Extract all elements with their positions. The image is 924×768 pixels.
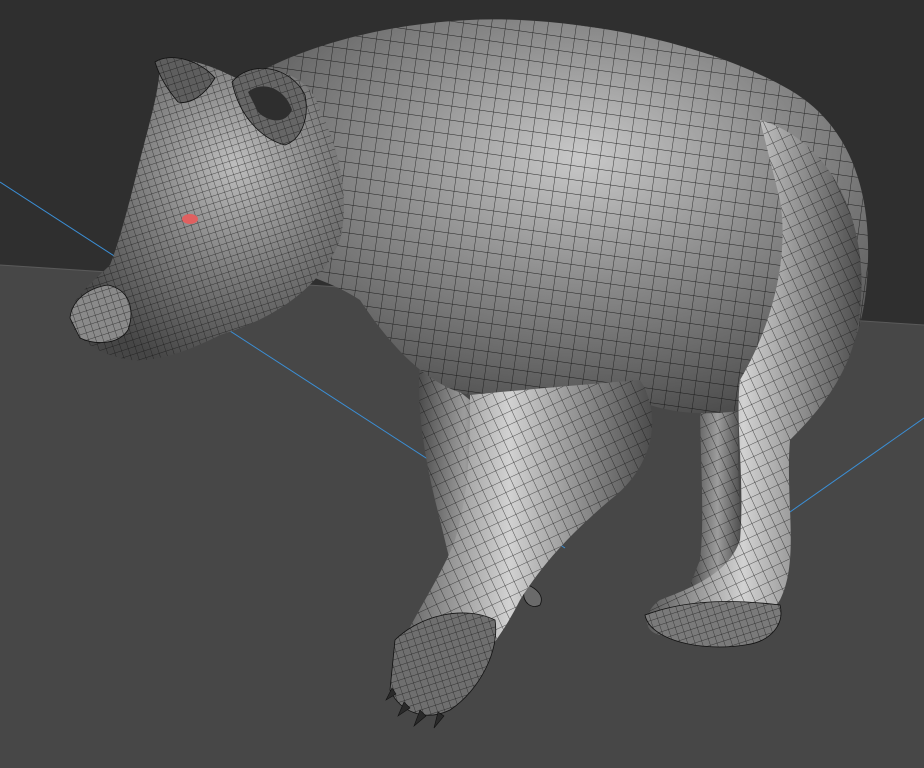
eye (182, 214, 198, 224)
viewport-canvas[interactable] (0, 0, 924, 768)
3d-viewport[interactable] (0, 0, 924, 768)
